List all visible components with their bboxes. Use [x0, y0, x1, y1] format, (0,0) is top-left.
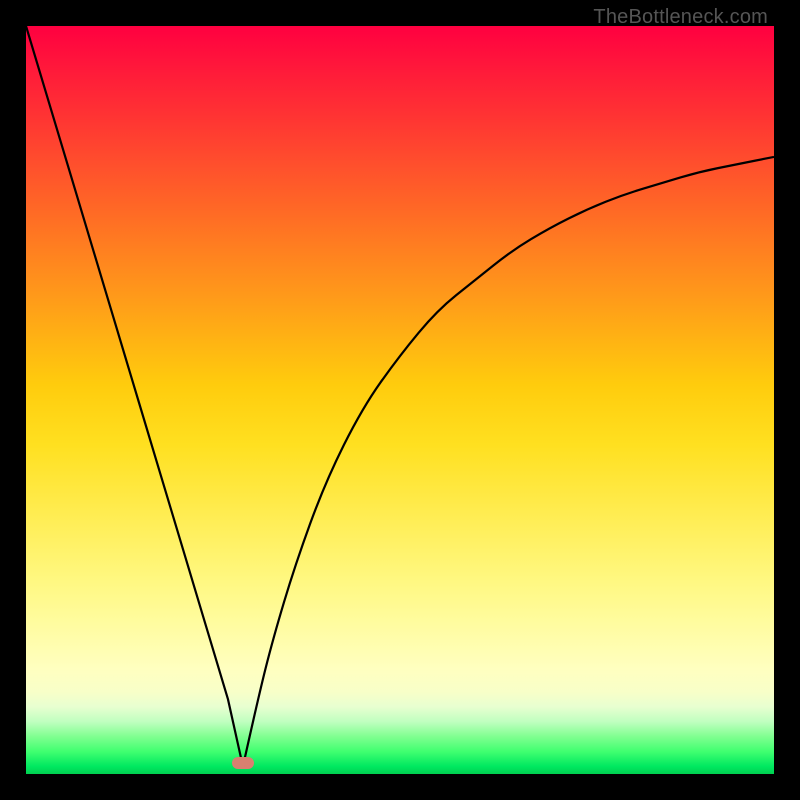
curve-right-branch	[243, 157, 774, 767]
minimum-marker	[232, 757, 254, 769]
chart-frame	[26, 26, 774, 774]
curve-left-branch	[26, 26, 243, 767]
watermark-text: TheBottleneck.com	[593, 6, 768, 29]
chart-curve-svg	[26, 26, 774, 774]
